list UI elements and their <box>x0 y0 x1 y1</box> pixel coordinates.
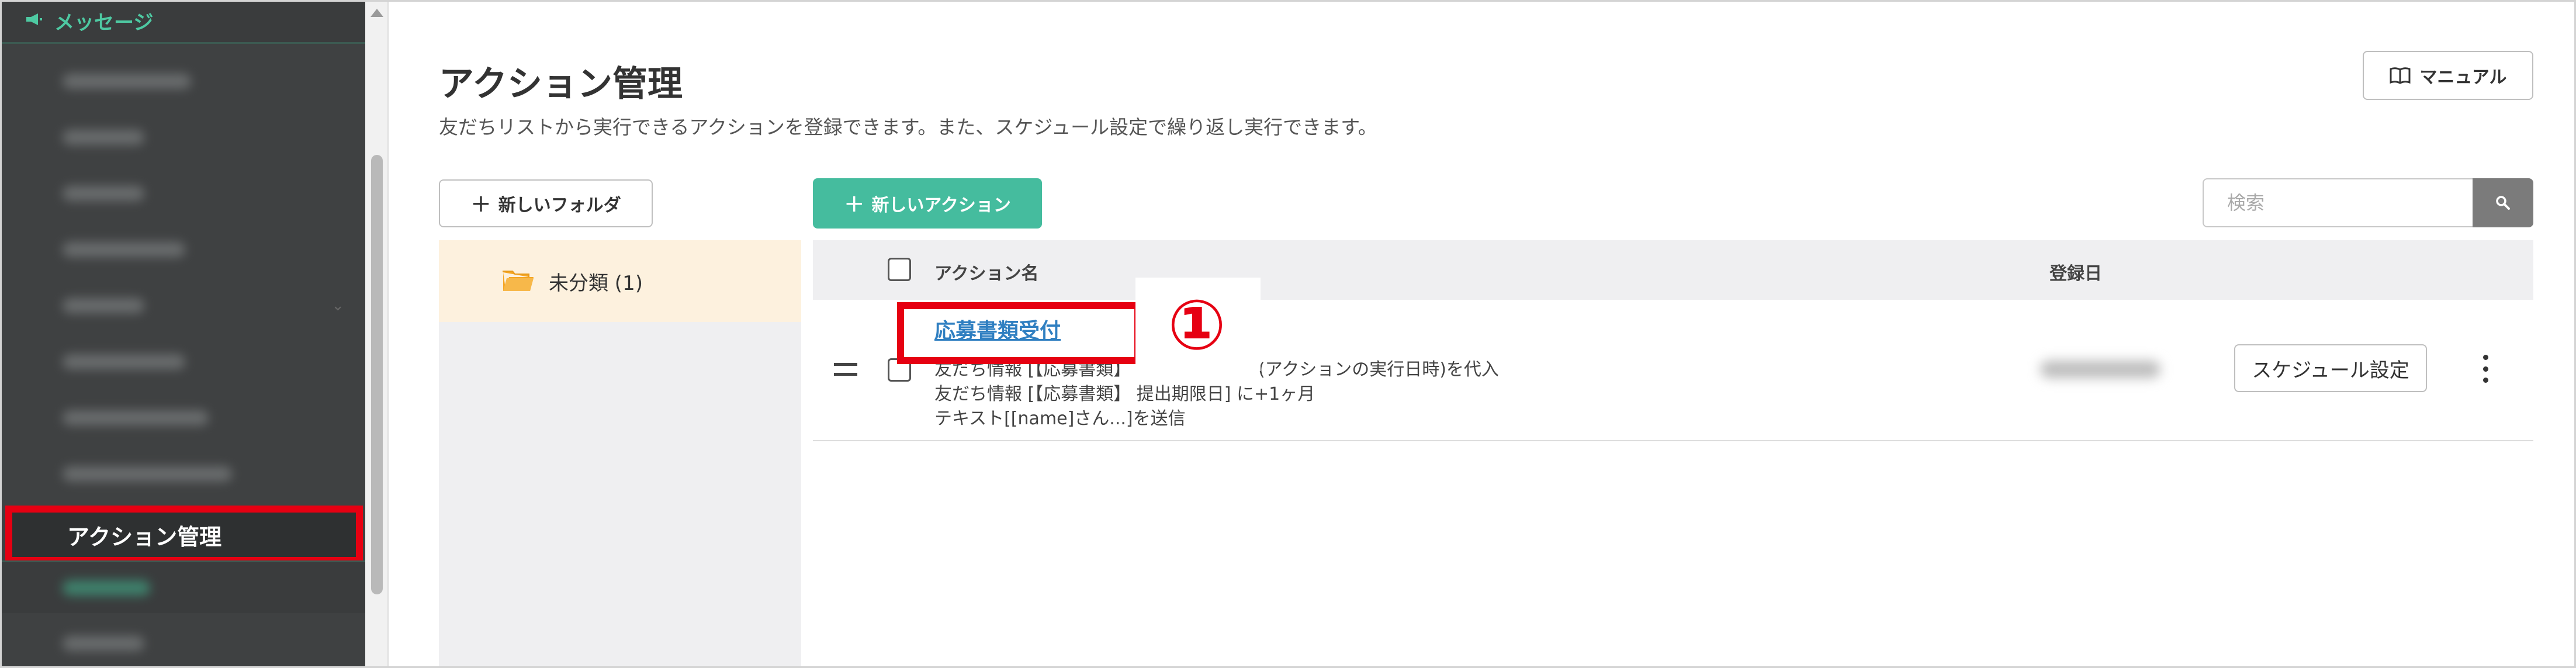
column-header-name[interactable]: アクション名 <box>934 259 1039 285</box>
action-detail-line: 友だち情報 [【応募書類】 提出期限日] に+1ヶ月 <box>934 384 1315 404</box>
book-icon <box>2390 67 2411 84</box>
folder-panel: 未分類 (1) <box>439 240 801 666</box>
scrollbar-thumb[interactable] <box>371 155 383 594</box>
sidebar-item-action-management[interactable]: アクション管理 <box>5 506 363 564</box>
sidebar-item-blurred[interactable] <box>2 221 365 278</box>
select-all-checkbox[interactable] <box>888 258 911 281</box>
page-title: アクション管理 <box>439 64 683 105</box>
sidebar-item-blurred[interactable] <box>2 53 365 109</box>
new-action-button[interactable]: + 新しいアクション <box>813 178 1042 229</box>
search-icon <box>2496 196 2510 210</box>
search-input[interactable] <box>2203 178 2474 227</box>
sidebar-section-messages[interactable]: メッセージ <box>2 2 365 44</box>
table-header: アクション名 登録日 <box>813 240 2533 300</box>
sidebar: メッセージ ⌄ アクション管理 <box>2 2 365 666</box>
annotation-highlight-box <box>897 302 1141 364</box>
folder-open-icon <box>503 271 534 291</box>
annotation-callout-number: ① <box>1168 285 1226 365</box>
folder-label: 未分類 (1) <box>549 271 643 295</box>
plus-icon: + <box>844 189 865 217</box>
scroll-up-arrow-icon[interactable] <box>371 9 383 17</box>
sidebar-item-blurred[interactable]: ⌄ <box>2 278 365 334</box>
sidebar-item-blurred[interactable] <box>2 615 365 666</box>
action-detail-line: (アクションの実行日時)を代入 <box>1258 359 1499 380</box>
manual-button[interactable]: マニュアル <box>2363 51 2533 100</box>
sidebar-item-label: アクション管理 <box>67 524 222 550</box>
sidebar-item-blurred[interactable] <box>2 390 365 446</box>
manual-button-label: マニュアル <box>2419 67 2507 88</box>
action-detail-line: テキスト[[name]さん...]を送信 <box>934 409 1186 429</box>
sidebar-section-label: メッセージ <box>54 11 154 34</box>
sidebar-scrollbar[interactable] <box>365 2 389 666</box>
sidebar-item-blurred[interactable] <box>2 165 365 221</box>
new-folder-label: 新しいフォルダ <box>498 195 621 216</box>
registered-date-redacted <box>2040 361 2160 378</box>
search-button[interactable] <box>2473 178 2533 227</box>
schedule-settings-button[interactable]: スケジュール設定 <box>2234 344 2427 392</box>
sidebar-item-blurred[interactable] <box>2 446 365 502</box>
drag-handle-icon[interactable] <box>834 363 857 376</box>
new-action-label: 新しいアクション <box>871 195 1011 216</box>
new-folder-button[interactable]: + 新しいフォルダ <box>439 179 653 227</box>
megaphone-icon <box>25 11 54 31</box>
folder-item-uncategorized[interactable]: 未分類 (1) <box>439 240 801 322</box>
page-description: 友だちリストから実行できるアクションを登録できます。また、スケジュール設定で繰り… <box>439 116 1377 139</box>
chevron-down-icon: ⌄ <box>331 297 344 314</box>
sidebar-item-blurred[interactable] <box>2 109 365 165</box>
column-header-date[interactable]: 登録日 <box>2049 259 2102 285</box>
sidebar-item-blurred[interactable] <box>2 334 365 390</box>
more-options-icon[interactable] <box>2482 355 2489 383</box>
sidebar-section-blurred[interactable] <box>2 560 365 613</box>
app-window: メッセージ ⌄ アクション管理 アクション管理 友だちリストから実行できるアクシ… <box>0 0 2576 668</box>
plus-icon: + <box>470 189 491 217</box>
